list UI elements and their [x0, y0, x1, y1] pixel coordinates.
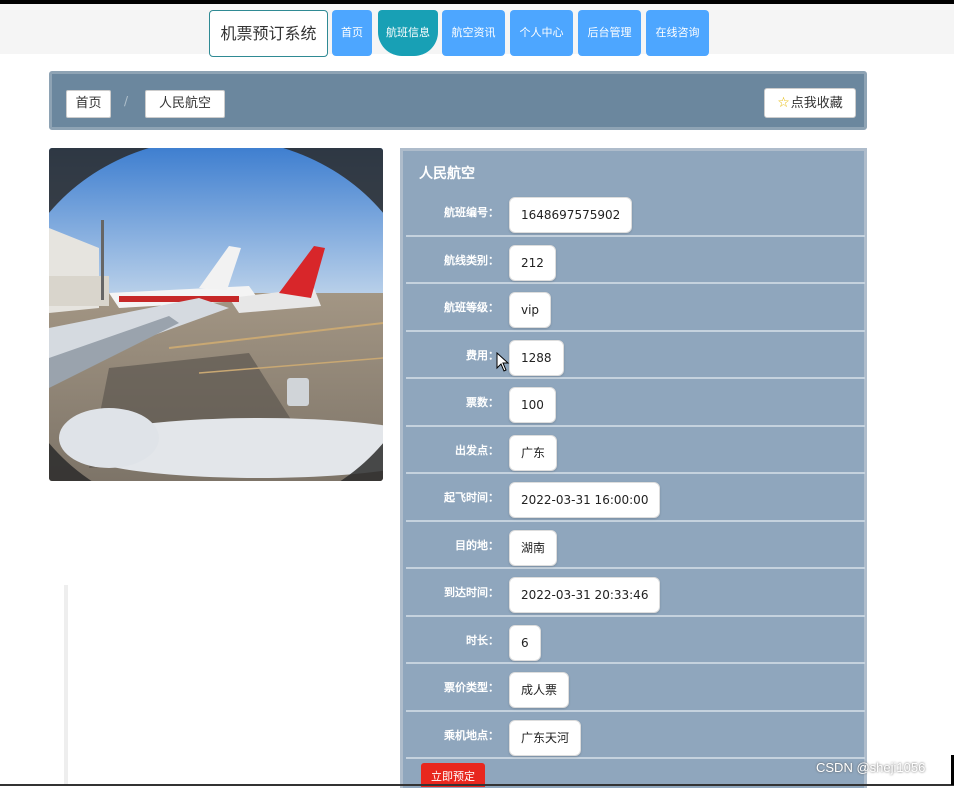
detail-row: 费用： 1288	[406, 332, 865, 379]
favorite-label: 点我收藏	[790, 96, 843, 111]
field-label: 航班等级：	[444, 301, 499, 314]
field-label: 时长：	[466, 634, 499, 647]
detail-row: 航班编号： 1648697575902	[406, 189, 865, 237]
nav-aviation-news[interactable]: 航空资讯	[442, 10, 505, 56]
detail-row: 航线类别： 212	[406, 237, 865, 284]
field-label: 票价类型：	[444, 681, 499, 694]
detail-row: 票数： 100	[406, 379, 865, 427]
panel-title: 人民航空	[419, 166, 475, 182]
field-label: 出发点：	[455, 444, 499, 457]
detail-row: 目的地： 湖南	[406, 522, 865, 569]
field-value: 广东天河	[509, 720, 582, 756]
detail-row: 票价类型： 成人票	[406, 664, 865, 712]
nav-flight-info[interactable]: 航班信息	[378, 10, 438, 56]
detail-row: 到达时间： 2022-03-31 20:33:46	[406, 569, 865, 617]
breadcrumb-current[interactable]: 人民航空	[145, 90, 225, 118]
field-label: 航线类别：	[444, 254, 499, 267]
flight-detail-panel: 人民航空 航班编号： 1648697575902 航线类别： 212 航班等级：…	[400, 148, 867, 788]
field-value: 6	[509, 625, 541, 661]
field-value: 广东	[509, 435, 558, 471]
field-label: 乘机地点：	[444, 729, 499, 742]
watermark: CSDN @sheji1056	[816, 760, 926, 775]
top-navbar: 机票预订系统 首页 航班信息 航空资讯 个人中心 后台管理 在线咨询	[0, 4, 954, 57]
detail-row: 时长： 6	[406, 617, 865, 664]
field-label: 票数：	[466, 396, 499, 409]
field-value: 湖南	[509, 530, 558, 566]
field-value: vip	[509, 292, 552, 328]
field-value: 100	[509, 387, 556, 423]
nav-admin[interactable]: 后台管理	[578, 10, 641, 56]
field-value: 2022-03-31 16:00:00	[509, 482, 661, 518]
field-value: 2022-03-31 20:33:46	[509, 577, 661, 613]
mouse-cursor-icon	[496, 352, 510, 372]
nav-online-consult[interactable]: 在线咨询	[646, 10, 709, 56]
field-value: 成人票	[509, 672, 570, 708]
field-label: 到达时间：	[444, 586, 499, 599]
breadcrumb-separator: /	[124, 94, 129, 108]
field-label: 起飞时间：	[444, 491, 499, 504]
breadcrumb-home[interactable]: 首页	[66, 90, 111, 118]
field-value: 1288	[509, 340, 564, 376]
nav-home[interactable]: 首页	[332, 10, 372, 56]
field-label: 目的地：	[455, 539, 499, 552]
field-label: 费用：	[466, 349, 499, 362]
breadcrumb: 首页 / 人民航空 ☆点我收藏	[49, 71, 867, 130]
field-value: 1648697575902	[509, 197, 633, 233]
field-value: 212	[509, 245, 556, 281]
nav-personal-center[interactable]: 个人中心	[510, 10, 573, 56]
detail-row: 出发点： 广东	[406, 427, 865, 474]
site-brand[interactable]: 机票预订系统	[209, 10, 328, 57]
favorite-button[interactable]: ☆点我收藏	[764, 88, 856, 118]
star-icon: ☆	[777, 95, 790, 111]
detail-row: 航班等级： vip	[406, 284, 865, 332]
flight-photo	[49, 148, 383, 481]
detail-row: 起飞时间： 2022-03-31 16:00:00	[406, 474, 865, 522]
left-divider	[64, 585, 68, 785]
field-label: 航班编号：	[444, 206, 499, 219]
detail-row: 乘机地点： 广东天河	[406, 712, 865, 759]
